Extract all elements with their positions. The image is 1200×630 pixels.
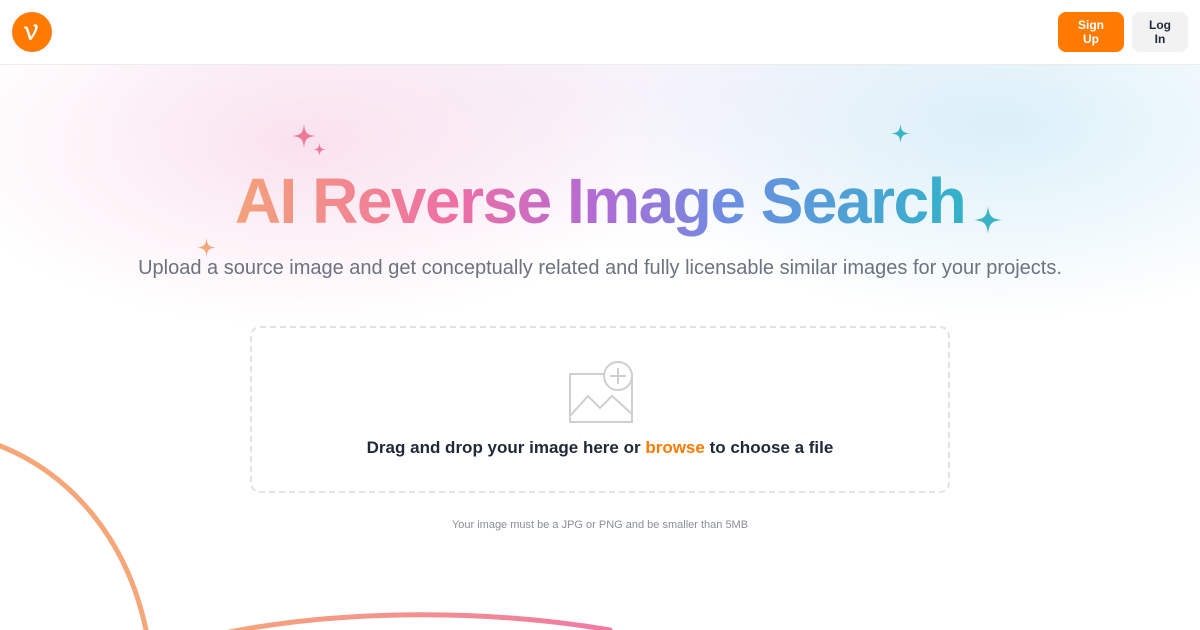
dropzone-instructions: Drag and drop your image here or browse … [252, 438, 948, 458]
page-title: AI Reverse Image Search [0, 163, 1200, 239]
log-in-button[interactable]: Log In [1132, 12, 1188, 52]
sparkle-pink-small-icon [313, 143, 326, 156]
file-requirements-note: Your image must be a JPG or PNG and be s… [451, 519, 749, 531]
dropzone-text-before: Drag and drop your image here or [366, 438, 646, 457]
sparkle-orange-icon [197, 238, 216, 257]
header-actions: Sign Up Log In [1058, 12, 1188, 52]
decorative-arc-bottom [226, 612, 613, 630]
browse-link[interactable]: browse [645, 438, 705, 457]
image-dropzone[interactable]: Drag and drop your image here or browse … [250, 326, 950, 493]
sparkle-teal-small-icon [891, 124, 910, 143]
page-subtitle: Upload a source image and get conceptual… [138, 257, 1062, 279]
sign-up-button[interactable]: Sign Up [1058, 12, 1124, 52]
image-add-icon [569, 361, 633, 423]
decorative-arc-left [0, 443, 149, 630]
page-title-text: AI Reverse Image Search [234, 165, 967, 237]
vimeo-v-logo-icon[interactable] [12, 12, 52, 52]
top-header: Sign Up Log In [0, 0, 1200, 65]
dropzone-text-after: to choose a file [704, 438, 834, 457]
